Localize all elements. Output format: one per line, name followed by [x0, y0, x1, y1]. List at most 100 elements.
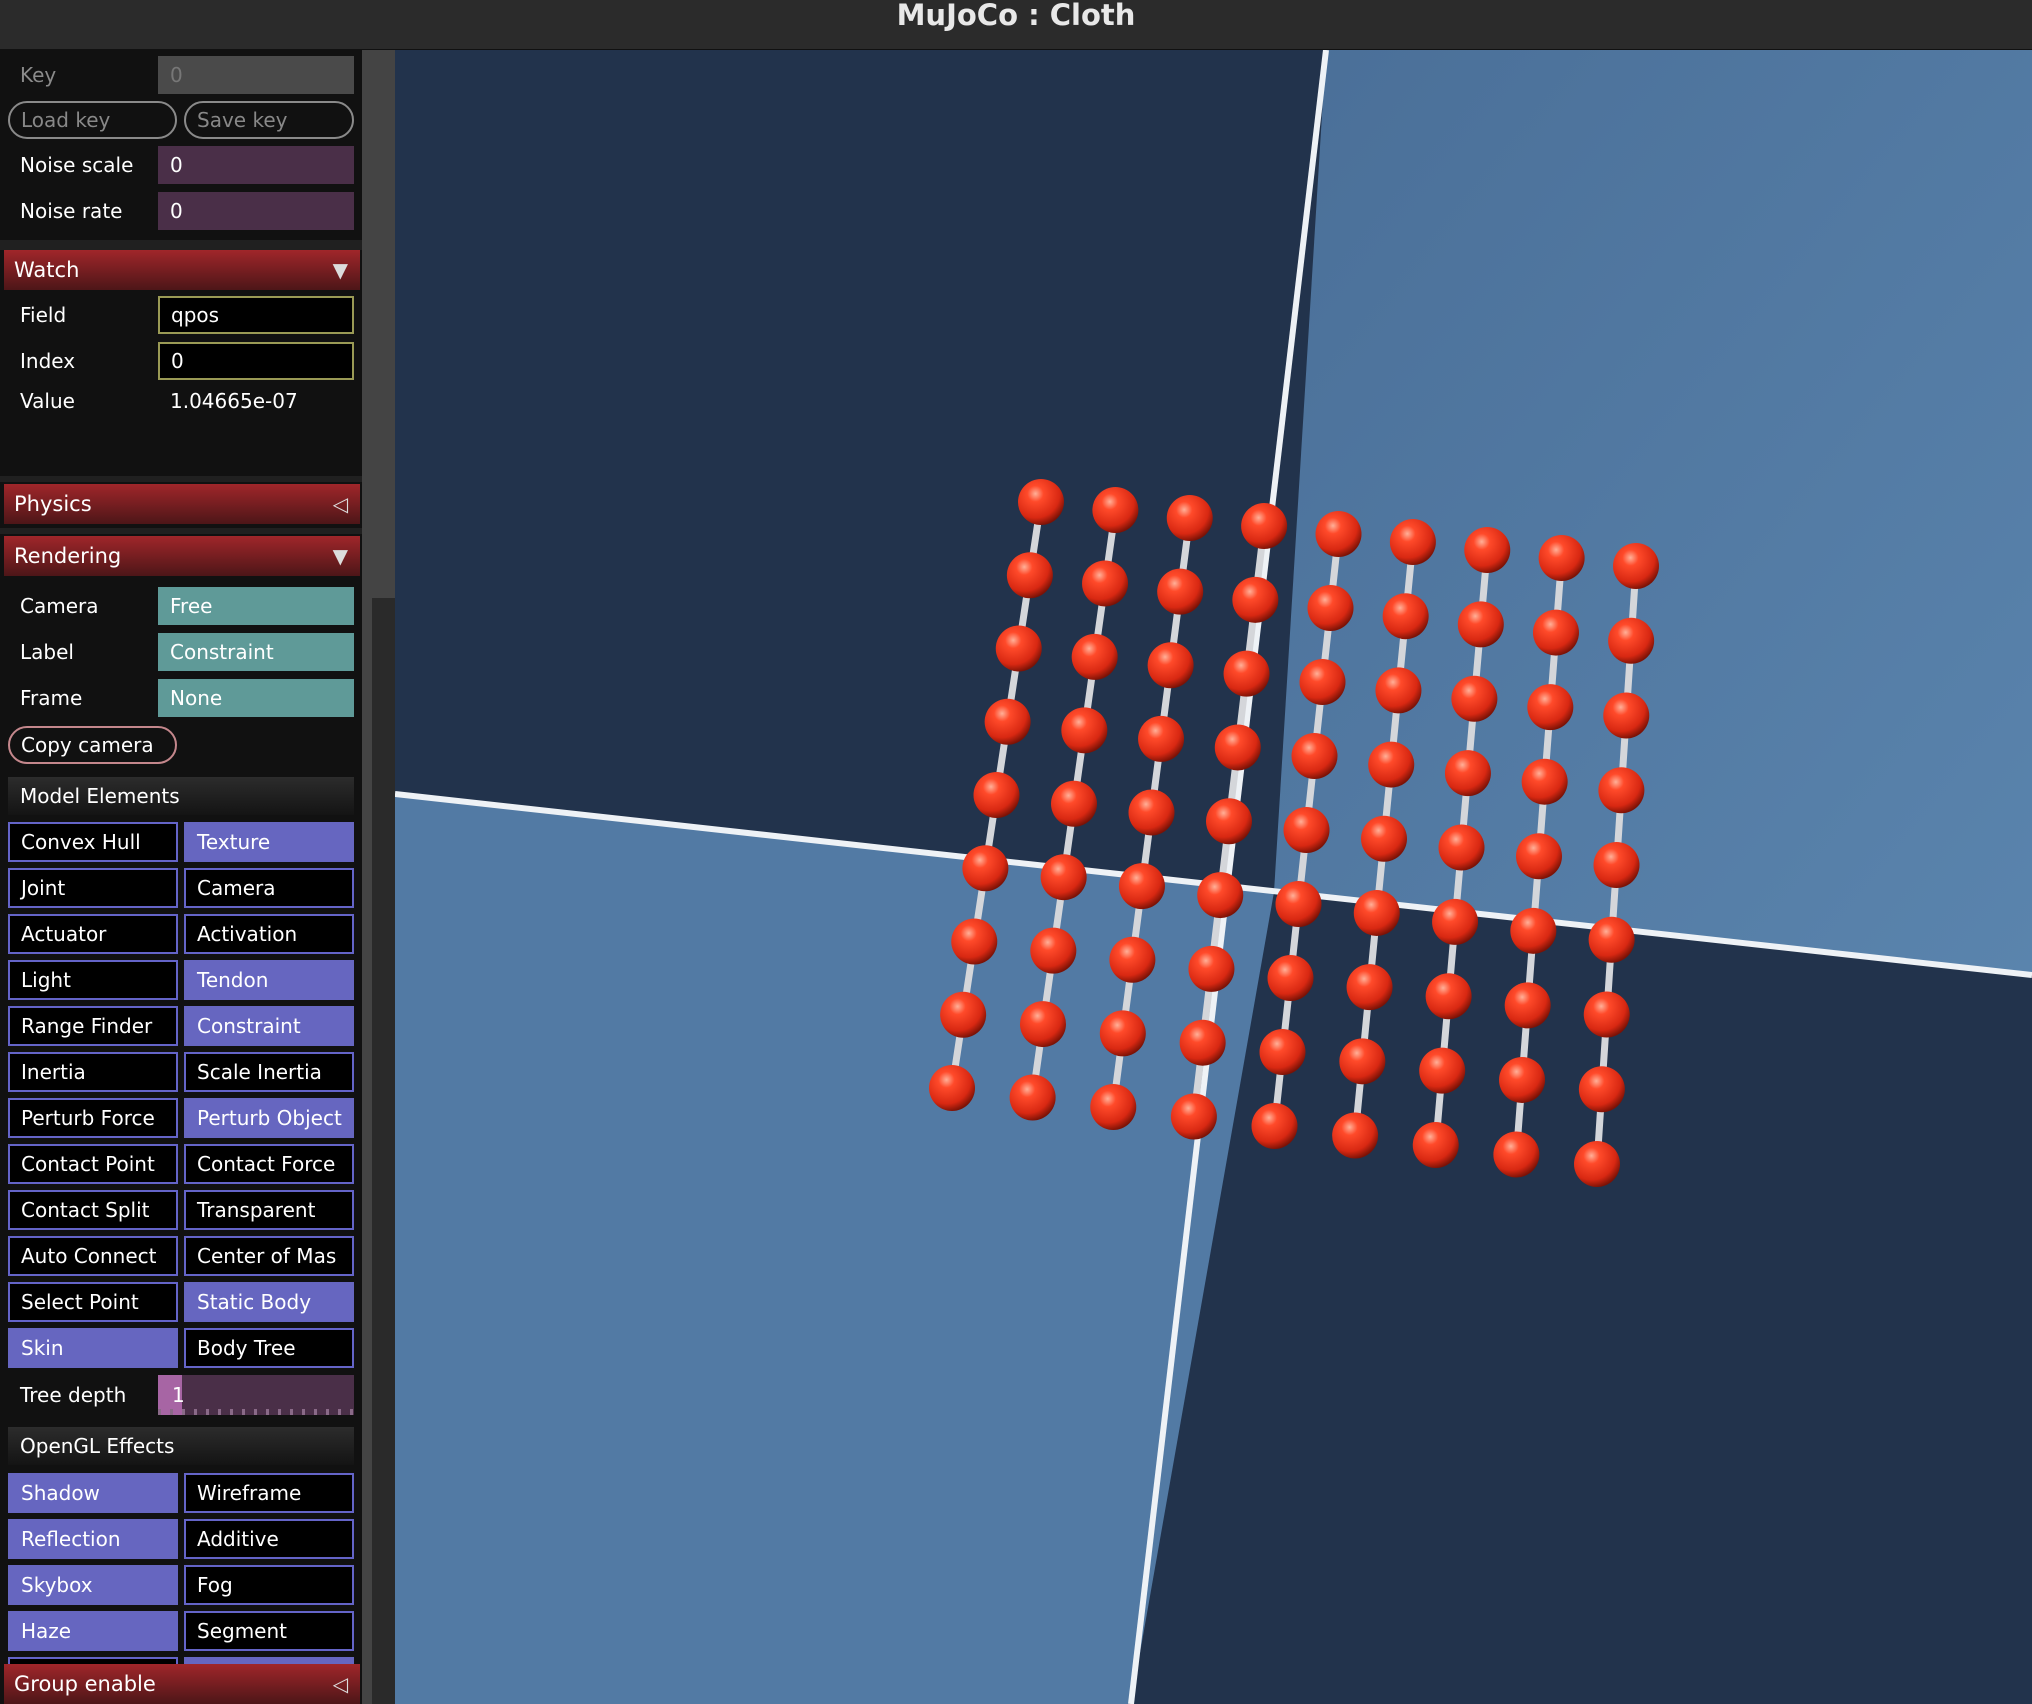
panel-scrollbar-thumb[interactable] — [372, 598, 395, 1704]
cloth-sphere — [1315, 511, 1362, 557]
rendering-section: Rendering ▼ Camera Free Label Constraint… — [0, 534, 362, 1704]
rendering-header[interactable]: Rendering ▼ — [4, 536, 360, 576]
toggle-inertia[interactable]: Inertia — [8, 1052, 178, 1092]
cloth-sphere — [1444, 750, 1491, 797]
settings-panel: Key 0 Load key Save key Noise scale 0 No… — [0, 50, 362, 1704]
frame-label: Frame — [20, 686, 83, 710]
save-key-button[interactable]: Save key — [184, 101, 354, 139]
label-label: Label — [20, 640, 74, 664]
toggle-skybox[interactable]: Skybox — [8, 1565, 178, 1605]
3d-viewport[interactable] — [395, 50, 2032, 1704]
group-enable-header[interactable]: Group enable ◁ — [4, 1664, 360, 1704]
model-elements-header: Model Elements — [8, 777, 354, 815]
watch-section: Watch ▼ Field qpos Index 0 Value 1.04665… — [0, 250, 362, 476]
toggle-additive[interactable]: Additive — [184, 1519, 354, 1559]
cloth-sphere — [1019, 1001, 1066, 1048]
toggle-haze[interactable]: Haze — [8, 1611, 178, 1651]
toggle-body-tree[interactable]: Body Tree — [184, 1328, 354, 1368]
cloth-sphere — [1578, 1066, 1625, 1113]
cloth-sphere — [1339, 1038, 1386, 1085]
field-input[interactable]: qpos — [158, 296, 354, 334]
window-title: MuJoCo : Cloth — [896, 0, 1136, 32]
cloth-sphere — [995, 625, 1042, 672]
cloth-sphere — [1166, 495, 1213, 541]
cloth-sphere — [1090, 1084, 1137, 1130]
noise-rate-label: Noise rate — [20, 199, 123, 223]
cloth-sphere — [1603, 692, 1650, 739]
cloth-sphere — [1018, 479, 1064, 525]
physics-header[interactable]: Physics ◁ — [4, 484, 360, 524]
cloth-sphere — [1464, 527, 1511, 573]
toggle-texture[interactable]: Texture — [184, 822, 354, 862]
load-key-button[interactable]: Load key — [8, 101, 177, 139]
toggle-segment[interactable]: Segment — [184, 1611, 354, 1651]
toggle-light[interactable]: Light — [8, 960, 178, 1000]
cloth-sphere — [1521, 758, 1568, 805]
tree-depth-label: Tree depth — [20, 1383, 127, 1407]
cloth-sphere — [1009, 1074, 1056, 1121]
toggle-auto-connect[interactable]: Auto Connect — [8, 1236, 178, 1276]
noise-rate-field[interactable]: 0 — [158, 192, 354, 230]
cloth-sphere — [1527, 684, 1574, 731]
cloth-sphere — [1147, 642, 1194, 689]
toggle-convex-hull[interactable]: Convex Hull — [8, 822, 178, 862]
toggle-camera[interactable]: Camera — [184, 868, 354, 908]
collapse-arrow-icon: ▼ — [332, 544, 348, 568]
cloth-sphere — [1419, 1047, 1466, 1094]
cloth-sphere — [1532, 609, 1579, 656]
group-enable-section: Group enable ◁ — [0, 1662, 362, 1704]
toggle-reflection[interactable]: Reflection — [8, 1519, 178, 1559]
toggle-select-point[interactable]: Select Point — [8, 1282, 178, 1322]
cloth-sphere — [1588, 916, 1635, 963]
cloth-sphere — [1346, 964, 1393, 1011]
toggle-range-finder[interactable]: Range Finder — [8, 1006, 178, 1046]
cloth-sphere — [1432, 898, 1479, 945]
cloth-sphere — [1082, 560, 1129, 607]
toggle-perturb-object[interactable]: Perturb Object — [184, 1098, 354, 1138]
key-label: Key — [20, 63, 57, 87]
value-label: Value — [20, 389, 75, 413]
cloth-sphere — [1006, 552, 1053, 599]
cloth-sphere — [1157, 568, 1204, 615]
simulation-section: Key 0 Load key Save key Noise scale 0 No… — [0, 50, 362, 240]
watch-header[interactable]: Watch ▼ — [4, 250, 360, 290]
toggle-shadow[interactable]: Shadow — [8, 1473, 178, 1513]
toggle-transparent[interactable]: Transparent — [184, 1190, 354, 1230]
toggle-actuator[interactable]: Actuator — [8, 914, 178, 954]
toggle-contact-split[interactable]: Contact Split — [8, 1190, 178, 1230]
cloth-sphere — [1118, 863, 1165, 910]
cloth-sphere — [1613, 543, 1659, 589]
tree-depth-slider[interactable]: 1 — [158, 1375, 354, 1415]
toggle-static-body[interactable]: Static Body — [184, 1282, 354, 1322]
cloth-sphere — [1291, 733, 1338, 779]
frame-select[interactable]: None — [158, 679, 354, 717]
toggle-perturb-force[interactable]: Perturb Force — [8, 1098, 178, 1138]
cloth-sphere — [1179, 1019, 1226, 1066]
noise-scale-field[interactable]: 0 — [158, 146, 354, 184]
copy-camera-button[interactable]: Copy camera — [8, 726, 177, 764]
cloth-sphere — [1099, 1010, 1146, 1057]
floor-tile-lower-left — [395, 794, 1274, 1704]
toggle-center-of-mas[interactable]: Center of Mas — [184, 1236, 354, 1276]
label-select[interactable]: Constraint — [158, 633, 354, 671]
toggle-tendon[interactable]: Tendon — [184, 960, 354, 1000]
cloth-sphere — [1425, 973, 1472, 1020]
toggle-fog[interactable]: Fog — [184, 1565, 354, 1605]
index-input[interactable]: 0 — [158, 342, 354, 380]
toggle-contact-point[interactable]: Contact Point — [8, 1144, 178, 1184]
toggle-scale-inertia[interactable]: Scale Inertia — [184, 1052, 354, 1092]
toggle-wireframe[interactable]: Wireframe — [184, 1473, 354, 1513]
cloth-sphere — [1128, 789, 1175, 836]
toggle-skin[interactable]: Skin — [8, 1328, 178, 1368]
camera-select[interactable]: Free — [158, 587, 354, 625]
cloth-sphere — [1412, 1122, 1459, 1168]
cloth-sphere — [1593, 842, 1640, 888]
cloth-sphere — [973, 772, 1020, 818]
cloth-sphere — [1214, 724, 1261, 771]
toggle-contact-force[interactable]: Contact Force — [184, 1144, 354, 1184]
toggle-activation[interactable]: Activation — [184, 914, 354, 954]
cloth-sphere — [1499, 1056, 1546, 1103]
toggle-constraint[interactable]: Constraint — [184, 1006, 354, 1046]
toggle-joint[interactable]: Joint — [8, 868, 178, 908]
cloth-sphere — [940, 991, 987, 1038]
